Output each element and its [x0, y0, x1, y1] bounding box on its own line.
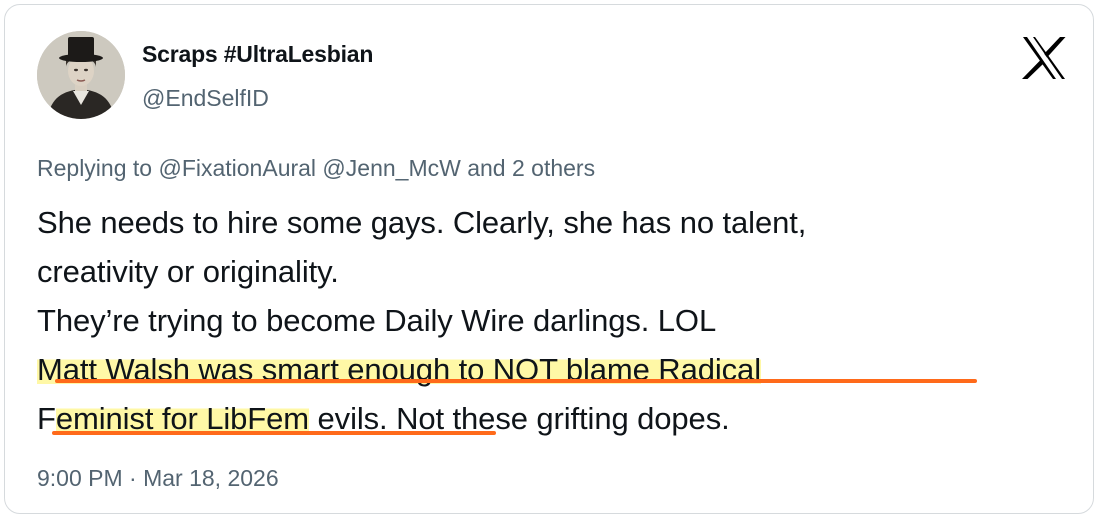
- tweet-line-1: She needs to hire some gays. Clearly, sh…: [37, 205, 807, 240]
- avatar-portrait-icon: [37, 31, 125, 119]
- orange-underline-2: [52, 431, 496, 435]
- author-handle[interactable]: @EndSelfID: [142, 85, 269, 112]
- timestamp[interactable]: 9:00 PM · Mar 18, 2026: [37, 465, 279, 492]
- avatar[interactable]: [37, 31, 125, 119]
- tweet-line-4: Matt Walsh was smart enough to NOT blame…: [37, 345, 1077, 394]
- replying-to: Replying to @FixationAural @Jenn_McW and…: [37, 155, 595, 182]
- tweet-line-2: creativity or originality.: [37, 254, 339, 289]
- orange-underline-1: [55, 379, 977, 383]
- replying-to-others[interactable]: and 2 others: [467, 155, 595, 181]
- tweet-line-3: They’re trying to become Daily Wire darl…: [37, 303, 717, 338]
- tweet-line-5: Feminist for LibFem evils. Not these gri…: [37, 394, 1077, 443]
- replying-to-prefix: Replying to: [37, 155, 153, 181]
- x-logo-icon[interactable]: [1020, 35, 1068, 81]
- replying-to-mentions[interactable]: @FixationAural @Jenn_McW: [158, 155, 460, 181]
- author-display-name[interactable]: Scraps #UltraLesbian: [142, 41, 373, 68]
- tweet-text: She needs to hire some gays. Clearly, sh…: [37, 198, 1077, 443]
- tweet-card: Scraps #UltraLesbian @EndSelfID Replying…: [4, 4, 1094, 514]
